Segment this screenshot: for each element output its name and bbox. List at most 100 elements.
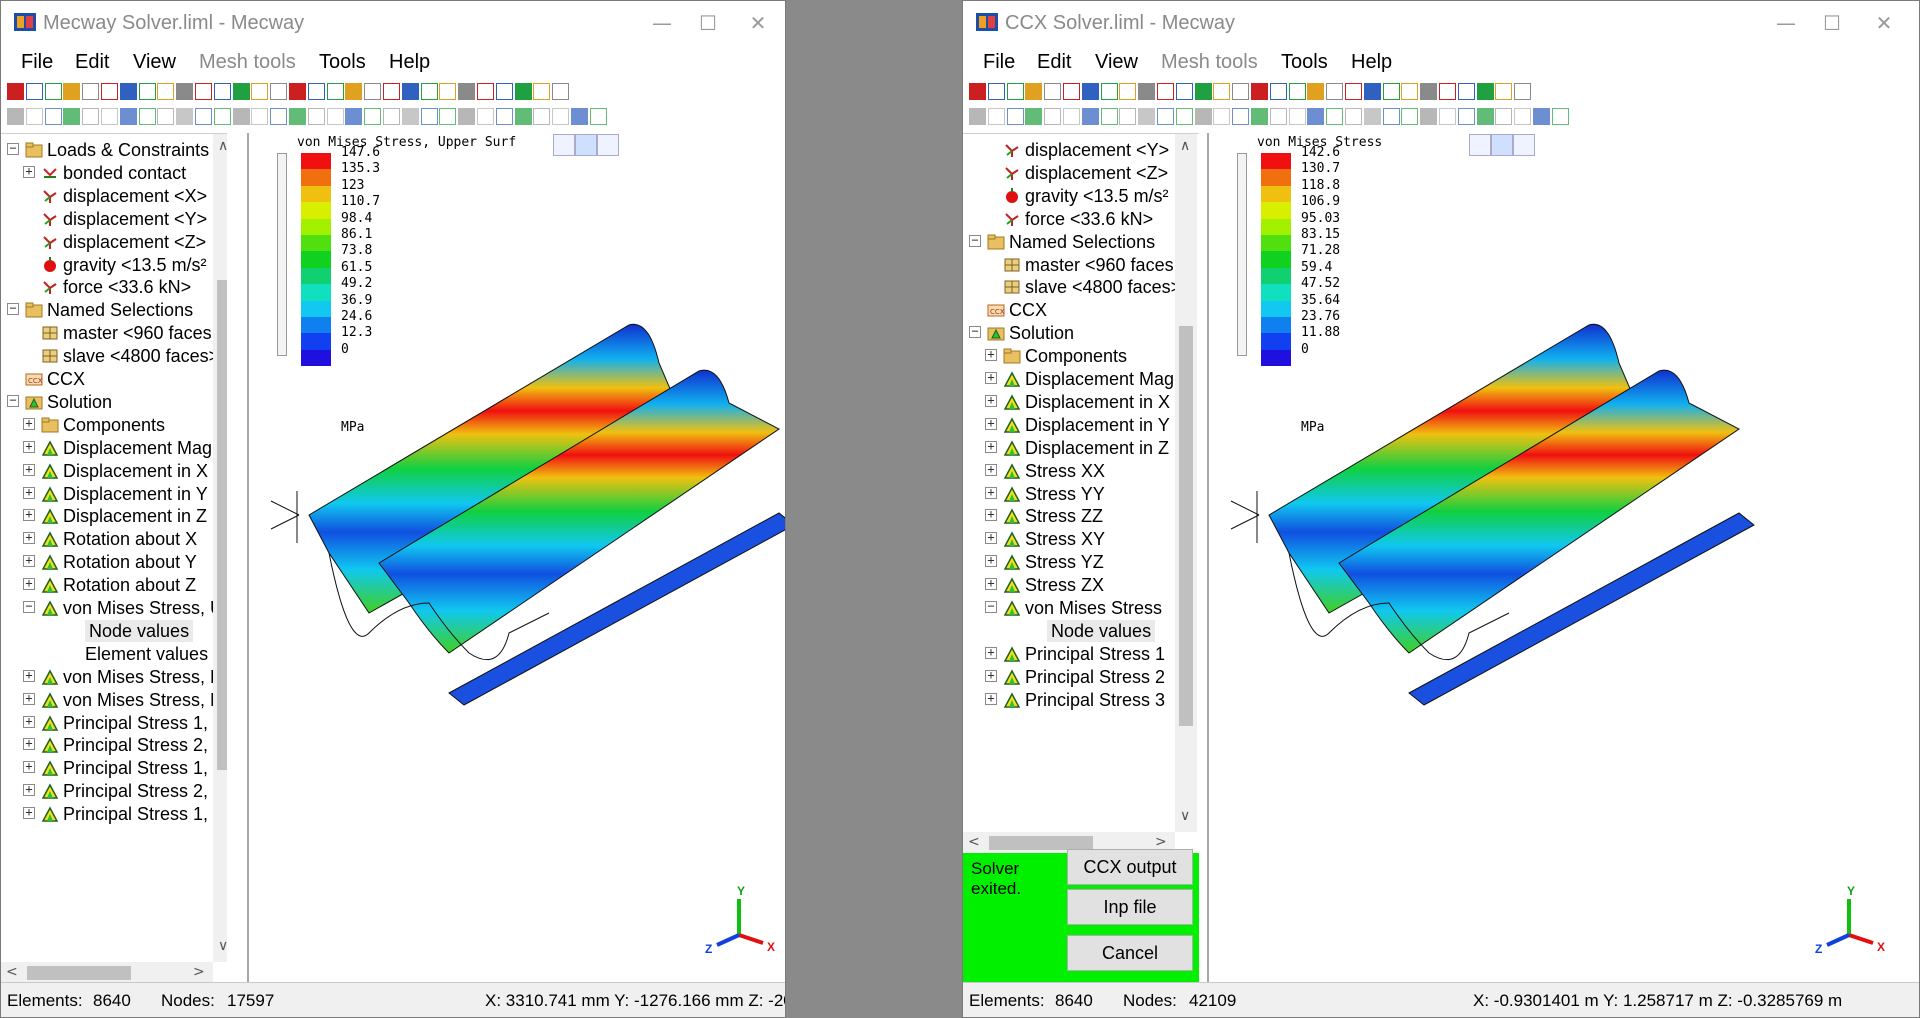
toolbar-button[interactable] — [101, 108, 118, 125]
toolbar-button[interactable] — [1476, 108, 1494, 125]
tree-expander[interactable]: + — [23, 692, 35, 705]
tree-expander[interactable]: + — [23, 669, 35, 682]
hscroll-thumb[interactable] — [27, 966, 131, 980]
tree-expander[interactable]: + — [985, 348, 997, 362]
toolbar-button[interactable] — [364, 108, 382, 125]
tree-expander[interactable]: + — [985, 371, 997, 384]
menu-edit[interactable]: Edit — [1037, 51, 1071, 74]
toolbar-button[interactable] — [270, 83, 288, 100]
tree-expander[interactable]: − — [23, 600, 35, 613]
menu-view[interactable]: View — [133, 51, 176, 74]
toolbar-button[interactable] — [987, 108, 1005, 125]
ccx-output-button[interactable]: CCX output — [1067, 849, 1193, 885]
tree-expander[interactable]: − — [7, 394, 19, 407]
toolbar-button[interactable] — [1251, 83, 1268, 100]
menu-view[interactable]: View — [1095, 51, 1138, 74]
toolbar-button[interactable] — [345, 83, 363, 100]
toolbar-button[interactable] — [1157, 108, 1174, 125]
toolbar-button[interactable] — [1006, 108, 1024, 125]
tree-expander[interactable]: − — [969, 234, 981, 247]
toolbar-button[interactable] — [1345, 108, 1362, 125]
toolbar-button[interactable] — [232, 83, 250, 100]
toolbar-button[interactable] — [1363, 83, 1381, 100]
toolbar-button[interactable] — [1157, 83, 1174, 100]
hscroll-thumb[interactable] — [989, 836, 1093, 850]
toolbar-button[interactable] — [969, 83, 986, 100]
toolbar-button[interactable] — [1439, 108, 1456, 125]
toolbar-button[interactable] — [1401, 83, 1419, 100]
toolbar-button[interactable] — [969, 108, 986, 125]
menu-mesh-tools[interactable]: Mesh tools — [1161, 51, 1258, 74]
toolbar-button[interactable] — [7, 108, 24, 125]
tree-expander[interactable]: + — [985, 646, 997, 659]
toolbar-button[interactable] — [7, 83, 24, 100]
toolbar-button[interactable] — [420, 83, 438, 100]
toolbar-button[interactable] — [176, 108, 194, 125]
tree-expander[interactable]: − — [7, 302, 19, 316]
toolbar-button[interactable] — [1382, 83, 1400, 100]
toolbar-button[interactable] — [1119, 83, 1137, 100]
toolbar-button[interactable] — [420, 108, 438, 125]
toolbar-button[interactable] — [383, 108, 400, 125]
close-button[interactable]: ✕ — [735, 9, 781, 37]
toolbar-button[interactable] — [477, 108, 494, 125]
tree-expander[interactable]: + — [23, 531, 35, 545]
tree-expander[interactable]: + — [985, 417, 997, 430]
tree-expander[interactable]: + — [23, 486, 35, 499]
scroll-up-arrow[interactable]: ∧ — [1180, 138, 1190, 154]
3d-viewport[interactable]: von Mises Stress, Upper Surf 147.6 135.3 1… — [247, 133, 785, 985]
toolbar-button[interactable] — [1307, 83, 1325, 100]
toolbar-button[interactable] — [1081, 83, 1099, 100]
toolbar-button[interactable] — [1533, 108, 1550, 125]
toolbar-button[interactable] — [514, 83, 532, 100]
toolbar-button[interactable] — [119, 108, 137, 125]
toolbar-button[interactable] — [1326, 83, 1344, 100]
toolbar-button[interactable] — [401, 108, 419, 125]
toolbar-button[interactable] — [1175, 83, 1193, 100]
toolbar-button[interactable] — [439, 83, 457, 100]
tree-expander[interactable]: + — [985, 531, 997, 545]
toolbar-button[interactable] — [1100, 108, 1118, 125]
tree-expander[interactable]: + — [985, 508, 997, 522]
toolbar-button[interactable] — [25, 108, 43, 125]
toolbar-button[interactable] — [1420, 108, 1438, 125]
toolbar-button[interactable] — [1063, 108, 1080, 125]
close-button[interactable]: ✕ — [1861, 9, 1907, 37]
toolbar-button[interactable] — [176, 83, 194, 100]
menu-mesh-tools[interactable]: Mesh tools — [199, 51, 296, 74]
scroll-down-arrow[interactable]: ∨ — [1180, 808, 1190, 824]
toolbar-button[interactable] — [1363, 108, 1381, 125]
toolbar-button[interactable] — [213, 108, 231, 125]
toolbar-button[interactable] — [533, 108, 551, 125]
tree-expander[interactable]: + — [23, 417, 35, 430]
tree-expander[interactable]: + — [23, 508, 35, 522]
menu-file[interactable]: File — [21, 51, 53, 74]
tree-expander[interactable]: + — [23, 165, 35, 178]
toolbar-button[interactable] — [552, 108, 570, 125]
tree-expander[interactable]: + — [985, 577, 997, 591]
toolbar-button[interactable] — [1307, 108, 1325, 125]
toolbar-button[interactable] — [138, 83, 156, 100]
toolbar-button[interactable] — [307, 108, 325, 125]
toolbar-button[interactable] — [1401, 108, 1419, 125]
tree-expander[interactable]: + — [985, 486, 997, 499]
toolbar-button[interactable] — [1025, 83, 1043, 100]
menu-tools[interactable]: Tools — [1281, 51, 1328, 74]
maximize-button[interactable]: ☐ — [685, 9, 731, 37]
toolbar-button[interactable] — [1044, 108, 1062, 125]
toolbar-button[interactable] — [119, 83, 137, 100]
toolbar-button[interactable] — [44, 83, 62, 100]
toolbar-button[interactable] — [1006, 83, 1024, 100]
menu-help[interactable]: Help — [389, 51, 430, 74]
menu-help[interactable]: Help — [1351, 51, 1392, 74]
3d-viewport[interactable]: von Mises Stress 142.6 130.7 118.8 106.9 95.… — [1207, 133, 1919, 985]
toolbar-button[interactable] — [326, 83, 344, 100]
toolbar-button[interactable] — [232, 108, 250, 125]
toolbar-button[interactable] — [1175, 108, 1193, 125]
tree-expander[interactable]: + — [23, 737, 35, 751]
toolbar-button[interactable] — [251, 108, 269, 125]
toolbar-button[interactable] — [345, 108, 363, 125]
tree-expander[interactable]: − — [969, 325, 981, 339]
tree-expander[interactable]: + — [23, 715, 35, 728]
toolbar-button[interactable] — [552, 83, 570, 100]
